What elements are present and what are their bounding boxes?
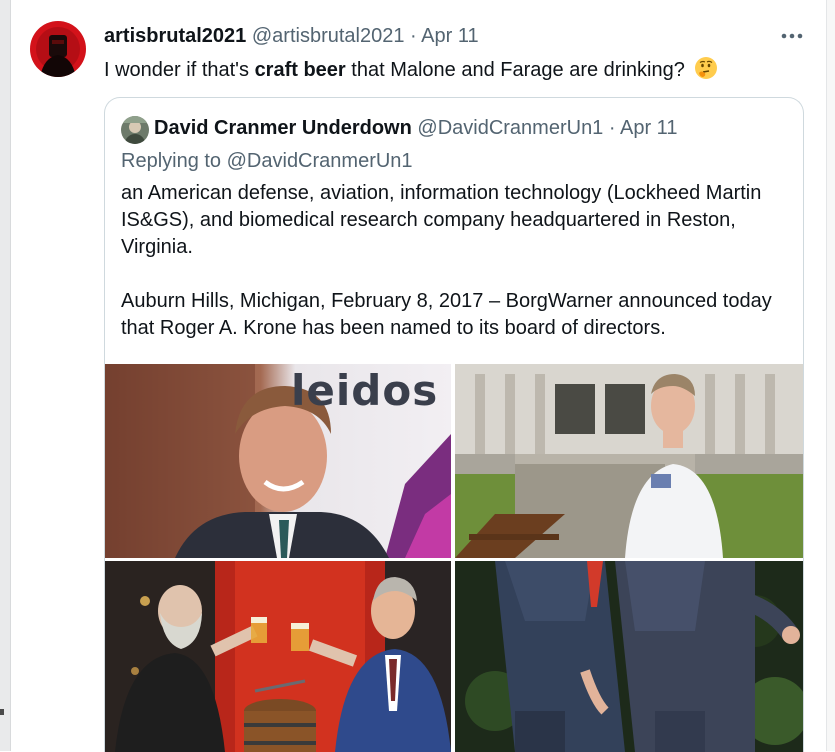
more-dots-icon[interactable] xyxy=(779,28,805,44)
header-separator: · xyxy=(410,25,417,47)
lab-coat-man-photo[interactable] xyxy=(455,364,803,558)
men-walking-photo[interactable] xyxy=(455,561,803,752)
thinking-face-icon xyxy=(694,56,718,86)
replying-prefix: Replying to xyxy=(121,150,227,172)
right-scroll-edge[interactable] xyxy=(826,0,835,751)
leidos-photo[interactable]: leidos xyxy=(105,364,451,558)
tweet-text-bold: craft beer xyxy=(254,59,346,81)
replying-to-line: Replying to @DavidCranmerUn1 xyxy=(121,149,413,173)
left-strip-mark xyxy=(0,709,4,715)
quoted-display-name[interactable]: David Cranmer Underdown xyxy=(154,117,412,139)
quoted-header: David Cranmer Underdown @DavidCranmerUn1… xyxy=(154,116,677,140)
leidos-sign-text: leidos xyxy=(291,366,439,415)
quoted-date[interactable]: Apr 11 xyxy=(620,117,677,139)
media-grid: leidos xyxy=(105,364,803,752)
author-display-name[interactable]: artisbrutal2021 xyxy=(104,25,246,47)
quoted-tweet-card[interactable]: David Cranmer Underdown @DavidCranmerUn1… xyxy=(104,97,804,752)
quoted-paragraph-2: Auburn Hills, Michigan, February 8, 2017… xyxy=(121,290,772,339)
tweet-text: I wonder if that's craft beer that Malon… xyxy=(104,56,718,86)
tweet-text-after: that Malone and Farage are drinking? xyxy=(345,59,685,81)
tweet-text-before: I wonder if that's xyxy=(104,59,255,81)
replying-handle[interactable]: @DavidCranmerUn1 xyxy=(227,150,413,172)
tweet-header: artisbrutal2021 @artisbrutal2021 · Apr 1… xyxy=(104,24,479,48)
quoted-paragraph-1: an American defense, aviation, informati… xyxy=(121,182,762,258)
toast-beer-photo[interactable] xyxy=(105,561,451,752)
quoted-handle[interactable]: @DavidCranmerUn1 xyxy=(417,117,603,139)
quoted-separator: · xyxy=(608,117,616,139)
quoted-body: an American defense, aviation, informati… xyxy=(121,180,791,369)
author-avatar[interactable] xyxy=(30,21,86,77)
author-handle[interactable]: @artisbrutal2021 xyxy=(252,25,405,47)
tweet-date[interactable]: Apr 11 xyxy=(421,25,478,47)
left-window-strip xyxy=(0,0,11,751)
quoted-author-avatar[interactable] xyxy=(121,116,149,144)
